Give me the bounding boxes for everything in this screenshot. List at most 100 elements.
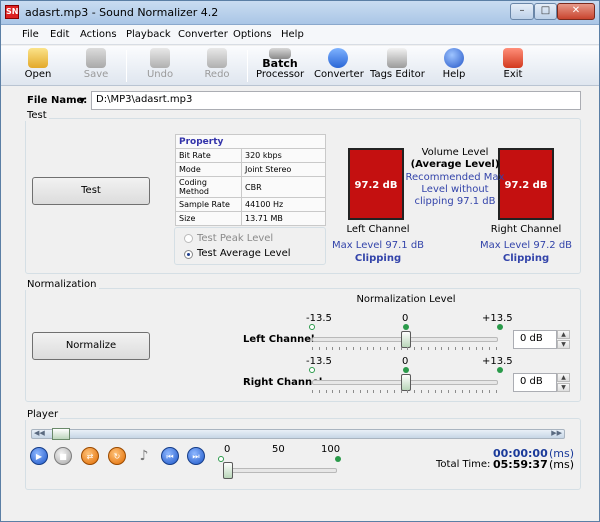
slider-tick bbox=[312, 390, 313, 393]
power-icon bbox=[503, 48, 523, 68]
slider-tick bbox=[496, 390, 497, 393]
slider-tick bbox=[401, 347, 402, 350]
volume-slider[interactable] bbox=[223, 468, 337, 473]
save-button[interactable]: Save bbox=[79, 48, 113, 84]
file-history-dropdown[interactable]: ▼ bbox=[79, 96, 85, 105]
stop-button[interactable]: ■ bbox=[54, 447, 72, 465]
left-slider-mid: 0 bbox=[402, 313, 409, 324]
table-row: Bit Rate 320 kbps bbox=[175, 148, 326, 163]
toolbar-separator bbox=[247, 50, 248, 82]
right-slider-min-dot bbox=[309, 367, 315, 373]
volume-scale-mid: 50 bbox=[272, 444, 285, 455]
playback-position-bar[interactable]: ◀◀ ▶▶ bbox=[31, 428, 565, 440]
left-level-up[interactable]: ▲ bbox=[557, 330, 570, 339]
right-slider-max: +13.5 bbox=[482, 356, 513, 367]
seek-forward-icon[interactable]: ▶▶ bbox=[551, 429, 562, 437]
position-thumb[interactable] bbox=[52, 428, 70, 440]
slider-tick bbox=[476, 347, 477, 350]
slider-tick bbox=[482, 390, 483, 393]
left-level-meter: 97.2 dB bbox=[348, 148, 404, 220]
right-slider-thumb[interactable] bbox=[401, 374, 411, 391]
menu-options[interactable]: Options bbox=[233, 29, 272, 40]
slider-tick bbox=[462, 390, 463, 393]
right-channel-label: Right Channel bbox=[490, 224, 562, 235]
test-average-label: Test Average Level bbox=[197, 248, 291, 259]
converter-button[interactable]: Converter bbox=[314, 48, 364, 84]
menu-actions[interactable]: Actions bbox=[80, 29, 117, 40]
slider-tick bbox=[332, 347, 333, 350]
right-max-level: Max Level 97.2 dB bbox=[479, 240, 573, 251]
right-level-meter: 97.2 dB bbox=[498, 148, 554, 220]
slider-tick bbox=[332, 390, 333, 393]
speaker-icon: ♪ bbox=[139, 448, 149, 464]
redo-button[interactable]: Redo bbox=[200, 48, 234, 84]
help-button[interactable]: Help bbox=[439, 48, 469, 84]
test-peak-radio[interactable] bbox=[184, 234, 193, 243]
menu-help[interactable]: Help bbox=[281, 29, 304, 40]
right-meter-value: 97.2 dB bbox=[504, 180, 548, 191]
next-button[interactable]: ⏭ bbox=[187, 447, 205, 465]
left-slider-max-dot bbox=[497, 324, 503, 330]
volume-button[interactable]: ♪ bbox=[135, 447, 153, 465]
right-slider-min: -13.5 bbox=[306, 356, 332, 367]
slider-tick bbox=[353, 347, 354, 350]
total-time-unit: (ms) bbox=[549, 458, 575, 471]
slider-tick bbox=[428, 390, 429, 393]
exit-button[interactable]: Exit bbox=[499, 48, 527, 84]
minimize-button[interactable]: – bbox=[510, 3, 534, 20]
close-button[interactable]: ✕ bbox=[557, 3, 595, 20]
slider-tick bbox=[373, 390, 374, 393]
title-bar[interactable]: SN adasrt.mp3 - Sound Normalizer 4.2 – □… bbox=[1, 1, 599, 25]
tags-editor-button[interactable]: Tags Editor bbox=[370, 48, 425, 84]
slider-tick bbox=[476, 390, 477, 393]
right-level-down[interactable]: ▼ bbox=[557, 383, 570, 392]
slider-tick bbox=[407, 390, 408, 393]
menu-edit[interactable]: Edit bbox=[50, 29, 69, 40]
left-max-level: Max Level 97.1 dB bbox=[331, 240, 425, 251]
right-slider-mid: 0 bbox=[402, 356, 409, 367]
open-button[interactable]: Open bbox=[21, 48, 55, 84]
toolbar: Open Save Undo Redo Batch Processor Conv… bbox=[1, 46, 599, 86]
file-name-field[interactable]: D:\MP3\adasrt.mp3 bbox=[91, 91, 581, 110]
slider-tick bbox=[373, 347, 374, 350]
volume-max-dot bbox=[335, 456, 341, 462]
slider-tick bbox=[312, 347, 313, 350]
shuffle-icon: ⇄ bbox=[86, 452, 94, 461]
property-header: Property bbox=[175, 134, 326, 149]
slider-tick bbox=[319, 347, 320, 350]
volume-slider-thumb[interactable] bbox=[223, 462, 233, 479]
help-icon bbox=[444, 48, 464, 68]
menu-playback[interactable]: Playback bbox=[126, 29, 171, 40]
maximize-button[interactable]: □ bbox=[534, 3, 557, 20]
window-title: adasrt.mp3 - Sound Normalizer 4.2 bbox=[25, 6, 219, 19]
batch-processor-button[interactable]: Batch Processor bbox=[256, 48, 304, 84]
shuffle-button[interactable]: ⇄ bbox=[81, 447, 99, 465]
repeat-button[interactable]: ↻ bbox=[108, 447, 126, 465]
left-level-field[interactable]: 0 dB bbox=[513, 330, 557, 349]
previous-button[interactable]: ⏮ bbox=[161, 447, 179, 465]
volume-min-dot bbox=[218, 456, 224, 462]
play-button[interactable]: ▶ bbox=[30, 447, 48, 465]
right-level-field[interactable]: 0 dB bbox=[513, 373, 557, 392]
menu-file[interactable]: File bbox=[22, 29, 39, 40]
left-slider-thumb[interactable] bbox=[401, 331, 411, 348]
slider-tick bbox=[394, 347, 395, 350]
slider-tick bbox=[469, 347, 470, 350]
normalize-button[interactable]: Normalize bbox=[32, 332, 150, 360]
normalization-level-title: Normalization Level bbox=[356, 294, 456, 305]
left-level-down[interactable]: ▼ bbox=[557, 340, 570, 349]
undo-button[interactable]: Undo bbox=[143, 48, 177, 84]
right-slider-mid-dot bbox=[403, 367, 409, 373]
slider-tick bbox=[360, 347, 361, 350]
slider-tick bbox=[482, 347, 483, 350]
left-slider-max: +13.5 bbox=[482, 313, 513, 324]
seek-back-icon[interactable]: ◀◀ bbox=[34, 429, 45, 437]
right-level-up[interactable]: ▲ bbox=[557, 373, 570, 382]
test-button[interactable]: Test bbox=[32, 177, 150, 205]
slider-tick bbox=[339, 347, 340, 350]
test-average-radio[interactable] bbox=[184, 250, 193, 259]
menu-converter[interactable]: Converter bbox=[178, 29, 228, 40]
slider-tick bbox=[387, 347, 388, 350]
slider-tick bbox=[448, 390, 449, 393]
stop-icon: ■ bbox=[59, 452, 67, 461]
